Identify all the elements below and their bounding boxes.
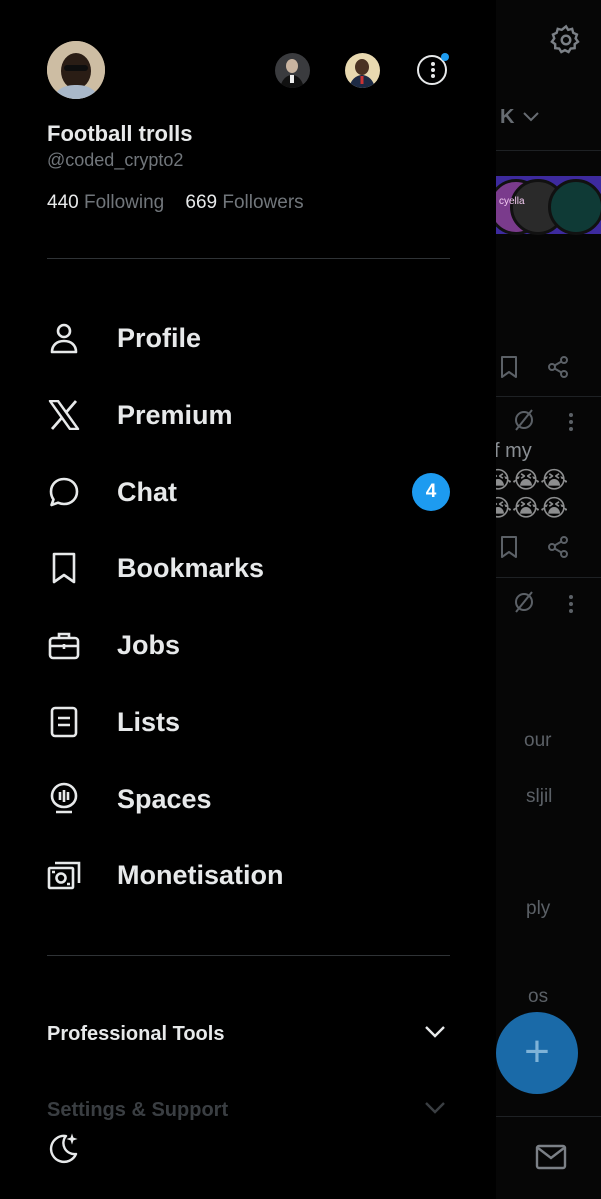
- compose-button[interactable]: +: [496, 1012, 578, 1094]
- chat-bubble-icon: [46, 474, 82, 510]
- followers-count: 669: [185, 192, 218, 213]
- followers-link[interactable]: 669 Followers: [185, 192, 303, 213]
- bookmark-icon[interactable]: [498, 535, 520, 564]
- professional-tools-toggle[interactable]: Professional Tools: [47, 1014, 450, 1054]
- spaces-banner[interactable]: cyella: [496, 176, 601, 235]
- navigation-drawer: Football trolls @coded_crypto2 440 Follo…: [0, 0, 496, 1199]
- briefcase-icon: [46, 627, 82, 663]
- grok-icon[interactable]: [512, 408, 536, 437]
- x-logo-icon: [46, 397, 82, 433]
- settings-support-toggle[interactable]: Settings & Support: [47, 1090, 450, 1130]
- follow-stats: 440 Following 669 Followers: [47, 192, 304, 214]
- tweet-text-fragment: sljil: [526, 786, 553, 807]
- chevron-down-icon: [424, 1025, 446, 1044]
- grok-icon[interactable]: [512, 590, 536, 619]
- bookmark-icon[interactable]: [498, 355, 520, 384]
- share-icon[interactable]: [546, 355, 570, 384]
- moon-icon[interactable]: [48, 1132, 80, 1169]
- nav-item-monetisation[interactable]: Monetisation: [0, 845, 496, 905]
- nav-label: Bookmarks: [117, 552, 265, 583]
- emoji-row: 😭😭😭: [496, 467, 569, 494]
- settings-gear-icon[interactable]: [550, 24, 582, 61]
- avatar[interactable]: [47, 41, 105, 99]
- nav-label: Monetisation: [117, 859, 284, 890]
- nav-item-chat[interactable]: Chat 4: [0, 462, 496, 522]
- nav-item-spaces[interactable]: Spaces: [0, 769, 496, 829]
- banner-text-fragment: cyella: [499, 196, 525, 207]
- chevron-down-icon[interactable]: [522, 110, 540, 128]
- list-icon: [46, 704, 82, 740]
- nav-item-profile[interactable]: Profile: [0, 308, 496, 368]
- nav-label: Spaces: [117, 783, 212, 814]
- divider: [47, 955, 450, 956]
- person-icon: [46, 320, 82, 356]
- nav-label: Jobs: [117, 629, 181, 660]
- nav-label: Premium: [117, 399, 233, 430]
- nav-item-premium[interactable]: Premium: [0, 385, 496, 445]
- money-icon: [46, 857, 82, 893]
- section-label: Settings & Support: [47, 1098, 229, 1121]
- more-vertical-icon[interactable]: [568, 594, 574, 619]
- nav-label: Lists: [117, 706, 181, 737]
- switch-account-avatar[interactable]: [345, 53, 380, 88]
- nav-label: Profile: [117, 322, 202, 353]
- chat-unread-badge: 4: [412, 473, 450, 511]
- tab-label-fragment[interactable]: K: [500, 106, 514, 129]
- tweet-text-fragment: ply: [526, 898, 551, 919]
- followers-label: Followers: [222, 192, 304, 213]
- nav-item-jobs[interactable]: Jobs: [0, 615, 496, 675]
- bookmark-icon: [46, 550, 82, 586]
- more-accounts-button[interactable]: [417, 53, 449, 85]
- spaces-mic-icon: [46, 781, 82, 817]
- nav-label: Chat: [117, 476, 177, 507]
- nav-item-bookmarks[interactable]: Bookmarks: [0, 538, 496, 598]
- mail-icon[interactable]: [535, 1143, 567, 1176]
- switch-account-avatar[interactable]: [275, 53, 310, 88]
- tweet-text-fragment: our: [524, 730, 552, 751]
- plus-icon: +: [524, 1027, 550, 1076]
- following-label: Following: [83, 192, 165, 213]
- chevron-down-icon: [424, 1101, 446, 1120]
- share-icon[interactable]: [546, 535, 570, 564]
- notification-dot: [441, 53, 449, 61]
- tweet-text-fragment: os: [528, 986, 549, 1007]
- profile-handle: @coded_crypto2: [47, 150, 184, 170]
- emoji-row: 😭😭😭: [496, 495, 569, 522]
- following-count: 440: [47, 192, 79, 213]
- tweet-text-fragment: f my: [496, 440, 532, 462]
- section-label: Professional Tools: [47, 1022, 225, 1045]
- profile-name[interactable]: Football trolls: [47, 121, 192, 147]
- nav-item-lists[interactable]: Lists: [0, 692, 496, 752]
- divider: [47, 258, 450, 259]
- more-vertical-icon[interactable]: [568, 412, 574, 437]
- following-link[interactable]: 440 Following: [47, 192, 164, 213]
